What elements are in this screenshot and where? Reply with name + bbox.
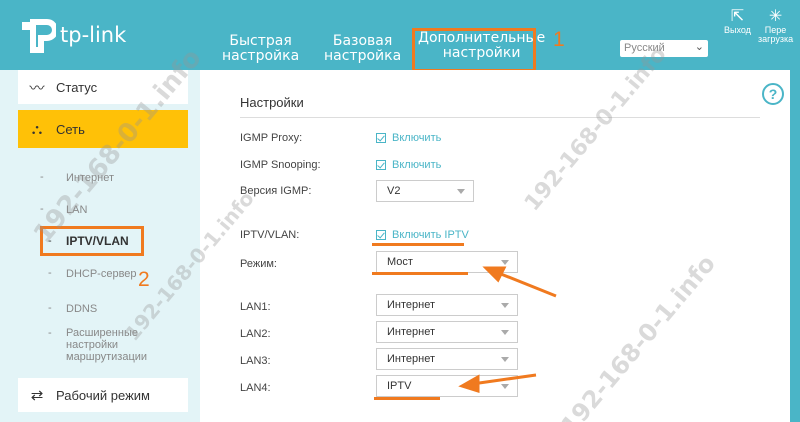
annotation-arrows bbox=[458, 266, 557, 394]
arrow-to-mode bbox=[482, 266, 557, 298]
arrow-to-lan4 bbox=[458, 373, 537, 394]
